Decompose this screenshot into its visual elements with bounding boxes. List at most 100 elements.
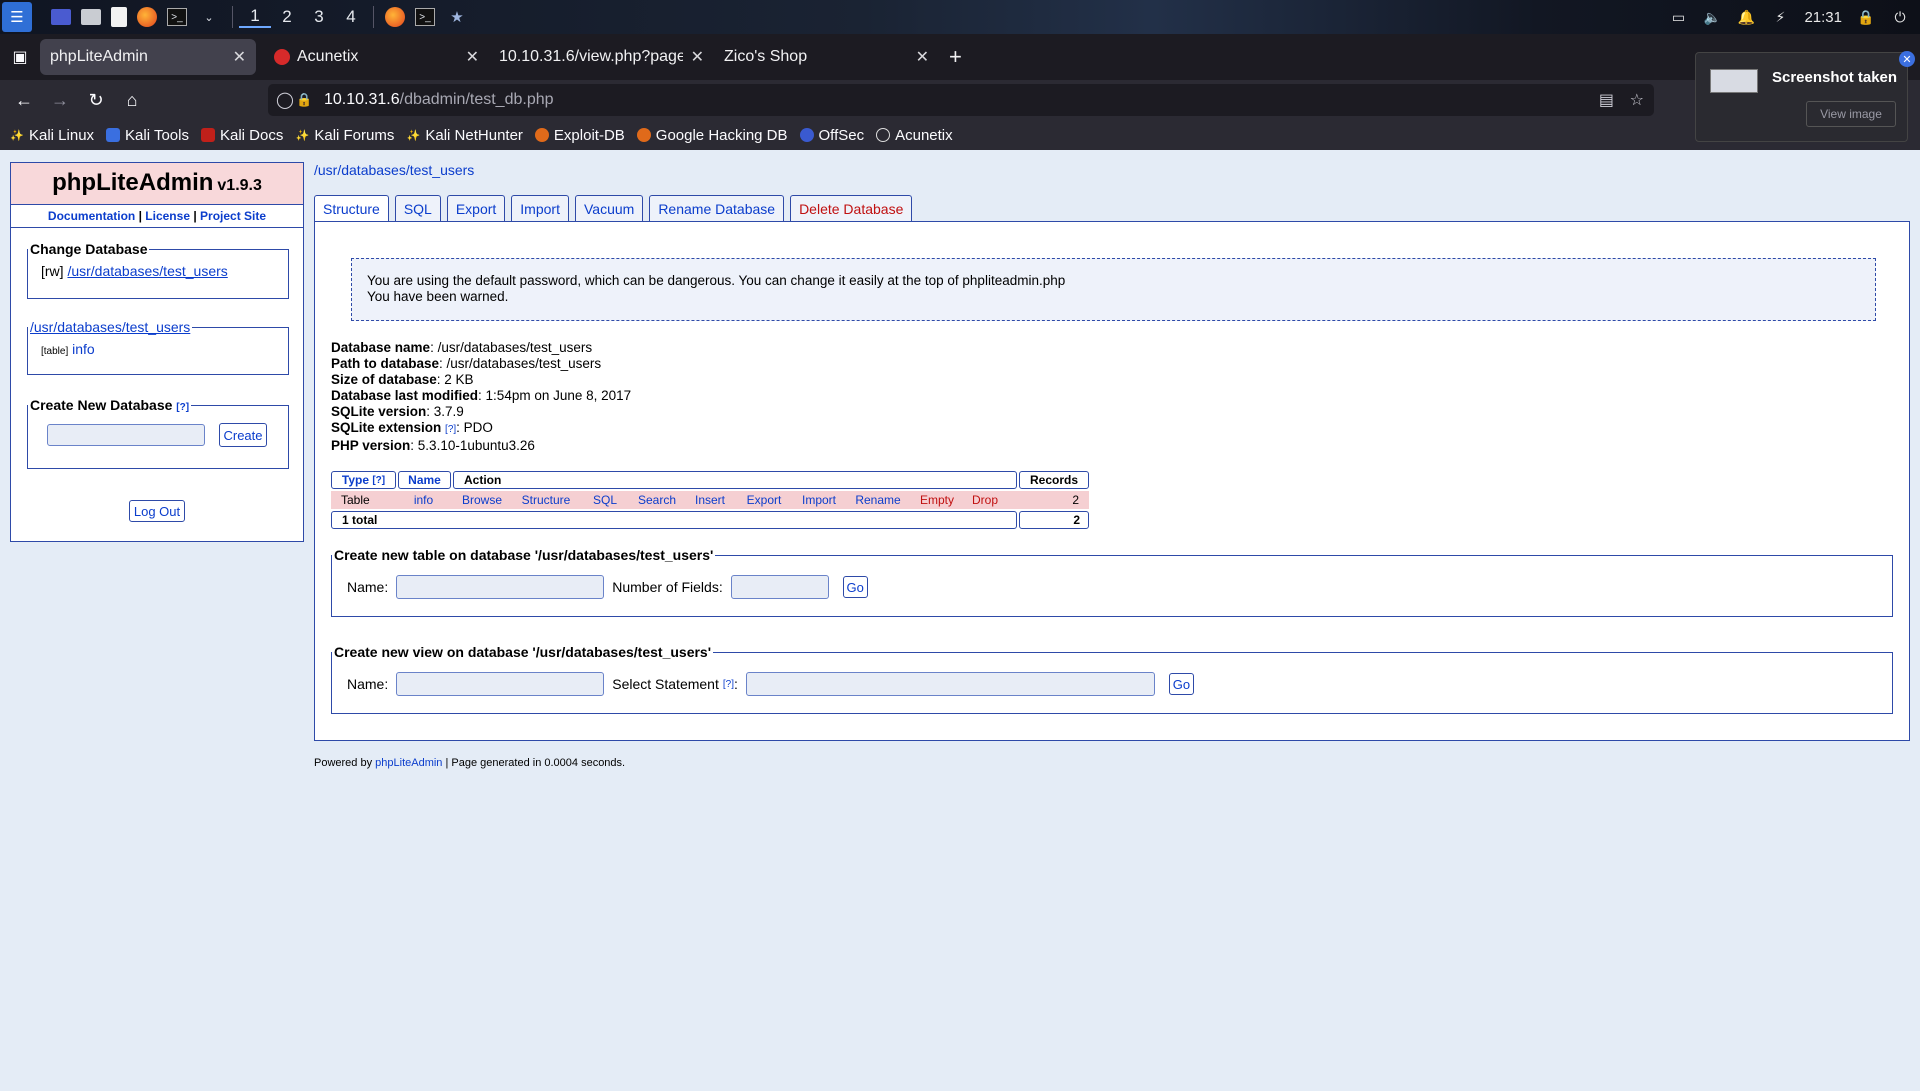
clock[interactable]: 21:31 <box>1804 9 1842 26</box>
tab-list-icon[interactable]: ▣ <box>0 39 40 75</box>
new-tab-button[interactable]: + <box>939 39 972 75</box>
tab-rename-database[interactable]: Rename Database <box>649 195 785 221</box>
display-icon[interactable]: ▭ <box>1668 8 1688 26</box>
close-icon[interactable]: ✕ <box>466 47 479 67</box>
bookmarks-toolbar: ✨ Kali Linux Kali Tools Kali Docs ✨ Kali F… <box>0 120 1920 150</box>
database-legend-link[interactable]: /usr/databases/test_users <box>30 319 190 335</box>
action-search[interactable]: Search <box>631 493 683 507</box>
url-bar[interactable]: ◯ 🔒 10.10.31.6 /dbadmin/test_db.php ▤ ☆ <box>268 84 1654 116</box>
database-link[interactable]: /usr/databases/test_users <box>67 263 227 279</box>
bookmark-offsec[interactable]: OffSec <box>799 127 864 144</box>
power-icon[interactable]: ⏻ <box>1890 8 1910 26</box>
create-view-go-button[interactable]: Go <box>1168 673 1194 695</box>
new-database-input[interactable] <box>47 424 205 446</box>
lock-icon[interactable]: 🔒 <box>296 92 318 108</box>
create-table-fieldset: Create new table on database '/usr/datab… <box>331 547 1893 617</box>
table-link-info[interactable]: info <box>72 341 95 357</box>
text-editor-icon[interactable] <box>111 7 127 27</box>
bell-icon[interactable]: 🔔 <box>1736 8 1756 26</box>
tab-zicos-shop[interactable]: Zico's Shop ✕ <box>714 39 939 75</box>
terminal-window-icon[interactable]: >_ <box>415 8 435 26</box>
action-export[interactable]: Export <box>737 493 791 507</box>
bookmark-google-hacking-db[interactable]: Google Hacking DB <box>636 127 788 144</box>
chevron-down-icon[interactable]: ⌄ <box>197 5 221 29</box>
help-link[interactable]: [?] <box>723 679 734 690</box>
row-name-link[interactable]: info <box>396 491 451 509</box>
bookmark-acunetix[interactable]: Acunetix <box>876 127 953 144</box>
bookmark-kali-linux[interactable]: ✨ Kali Linux <box>10 127 94 144</box>
close-icon[interactable]: ✕ <box>1899 51 1915 67</box>
phpliteadmin-link[interactable]: phpLiteAdmin <box>375 757 442 769</box>
action-insert[interactable]: Insert <box>683 493 737 507</box>
project-site-link[interactable]: Project Site <box>200 209 266 223</box>
logout-button[interactable]: Log Out <box>129 500 185 522</box>
firefox-icon[interactable] <box>137 7 157 27</box>
help-link[interactable]: [?] <box>176 402 189 413</box>
home-icon[interactable]: ⌂ <box>114 84 150 116</box>
action-empty[interactable]: Empty <box>909 493 965 507</box>
bookmark-kali-nethunter[interactable]: ✨ Kali NetHunter <box>406 127 523 144</box>
tab-import[interactable]: Import <box>511 195 569 221</box>
view-name-input[interactable] <box>396 672 605 696</box>
help-link[interactable]: [?] <box>445 424 456 435</box>
bookmark-kali-forums[interactable]: ✨ Kali Forums <box>295 127 394 144</box>
tab-view-php[interactable]: 10.10.31.6/view.php?page=../ ✕ <box>489 39 714 75</box>
action-drop[interactable]: Drop <box>965 493 1005 507</box>
table-header-row: Type [?] Name Action Records <box>331 471 1089 489</box>
action-import[interactable]: Import <box>791 493 847 507</box>
battery-icon[interactable]: ⚡ <box>1770 8 1790 26</box>
row-actions: Browse Structure SQL Search Insert Expor… <box>451 491 1017 509</box>
action-sql[interactable]: SQL <box>579 493 631 507</box>
kali-dragon-icon: ✨ <box>10 129 24 142</box>
lock-icon[interactable]: 🔒 <box>1856 8 1876 26</box>
documentation-link[interactable]: Documentation <box>48 209 135 223</box>
bookmark-star-icon[interactable]: ☆ <box>1630 90 1644 110</box>
action-browse[interactable]: Browse <box>451 493 513 507</box>
action-structure[interactable]: Structure <box>513 493 579 507</box>
app-window-icon[interactable]: ★ <box>445 5 469 29</box>
close-icon[interactable]: ✕ <box>233 47 246 67</box>
terminal-icon[interactable]: >_ <box>167 8 187 26</box>
workspace-3[interactable]: 3 <box>303 7 335 27</box>
bookmark-exploit-db[interactable]: Exploit-DB <box>534 127 625 144</box>
tab-export[interactable]: Export <box>446 195 506 221</box>
info-row: Database last modified: 1:54pm on June 8… <box>331 388 632 403</box>
action-rename[interactable]: Rename <box>847 493 909 507</box>
tab-delete-database[interactable]: Delete Database <box>790 195 913 221</box>
workspace-4[interactable]: 4 <box>335 7 367 27</box>
help-link[interactable]: [?] <box>372 475 385 486</box>
reader-view-icon[interactable]: ▤ <box>1599 90 1614 110</box>
bookmark-kali-tools[interactable]: Kali Tools <box>106 127 189 144</box>
tab-acunetix[interactable]: Acunetix ✕ <box>264 39 489 75</box>
screenshot-thumbnail[interactable] <box>1710 69 1758 93</box>
tab-sql[interactable]: SQL <box>394 195 441 221</box>
workspace-2[interactable]: 2 <box>271 7 303 27</box>
tab-structure[interactable]: Structure <box>314 195 389 222</box>
breadcrumb[interactable]: /usr/databases/test_users <box>314 162 474 178</box>
bookmark-kali-docs[interactable]: Kali Docs <box>200 127 283 144</box>
kali-menu-icon[interactable]: ☰ <box>2 2 32 32</box>
firefox-window-icon[interactable] <box>385 7 405 27</box>
shield-icon[interactable]: ◯ <box>276 90 296 110</box>
back-arrow-icon[interactable]: ← <box>6 84 42 116</box>
name-header[interactable]: Name <box>398 471 451 489</box>
file-manager-icon[interactable] <box>81 9 101 25</box>
close-icon[interactable]: ✕ <box>916 47 929 67</box>
create-table-go-button[interactable]: Go <box>842 576 868 598</box>
workspace-1[interactable]: 1 <box>239 6 271 28</box>
reload-icon[interactable]: ↻ <box>78 84 114 116</box>
close-icon[interactable]: ✕ <box>691 47 704 67</box>
tab-phpliteadmin[interactable]: phpLiteAdmin ✕ <box>40 39 256 75</box>
view-image-button[interactable]: View image <box>1806 101 1896 127</box>
create-button[interactable]: Create <box>219 423 267 447</box>
table-name-input[interactable] <box>396 575 605 599</box>
select-statement-input[interactable] <box>745 672 1155 696</box>
forward-arrow-icon[interactable]: → <box>42 84 78 116</box>
number-of-fields-input[interactable] <box>730 575 829 599</box>
screenshot-notification[interactable]: Screenshot taken View image ✕ <box>1695 51 1915 142</box>
tab-vacuum[interactable]: Vacuum <box>574 195 644 221</box>
volume-icon[interactable]: 🔈 <box>1702 8 1722 26</box>
tab-title: 10.10.31.6/view.php?page=../ <box>499 48 683 65</box>
license-link[interactable]: License <box>145 209 190 223</box>
desktop-icon[interactable] <box>51 9 71 25</box>
